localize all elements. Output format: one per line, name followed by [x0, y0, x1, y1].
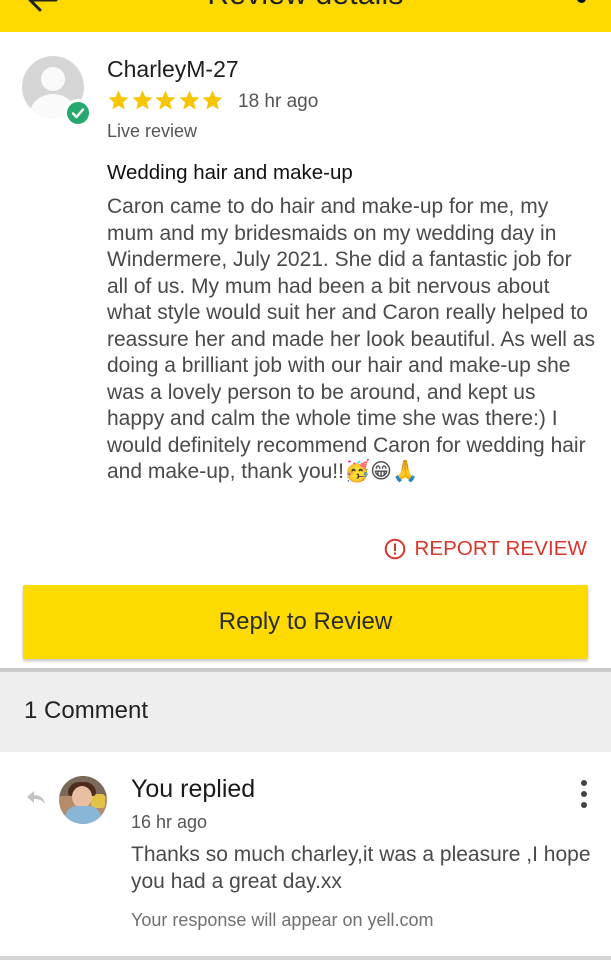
report-review-label: REPORT REVIEW: [414, 537, 587, 560]
review-body: Caron came to do hair and make-up for me…: [107, 195, 595, 483]
report-review-button[interactable]: REPORT REVIEW: [384, 535, 587, 563]
comment-menu-icon[interactable]: [577, 780, 591, 810]
comment-time: 16 hr ago: [131, 812, 208, 832]
reviewer-avatar: [22, 56, 94, 128]
review-time: 18 hr ago: [238, 91, 319, 112]
commenter-avatar: [59, 776, 107, 824]
comment-author: You replied: [131, 775, 256, 803]
star-icon: [155, 90, 176, 110]
review-title: Wedding hair and make-up: [107, 161, 353, 184]
star-icon: [179, 90, 199, 110]
alert-circle-icon: [385, 538, 406, 560]
star-icon: [132, 90, 152, 110]
page-title: Review details: [0, 0, 611, 12]
star-rating: [107, 89, 225, 113]
comment-visibility-note: Your response will appear on yell.com: [131, 910, 434, 930]
app-bar: Review details: [0, 0, 611, 32]
star-icon: [202, 90, 223, 110]
bottom-divider: [0, 956, 611, 960]
reviewer-name: CharleyM-27: [107, 56, 239, 82]
reply-arrow-icon: [27, 791, 45, 804]
star-icon: [108, 90, 129, 110]
reply-to-review-button[interactable]: Reply to Review: [23, 585, 588, 659]
more-vert-icon[interactable]: [577, 0, 587, 6]
verified-check-icon: [64, 99, 92, 127]
comments-count: 1 Comment: [24, 697, 149, 724]
comment-text: Thanks so much charley,it was a pleasure…: [131, 843, 591, 893]
review-status: Live review: [107, 121, 198, 141]
